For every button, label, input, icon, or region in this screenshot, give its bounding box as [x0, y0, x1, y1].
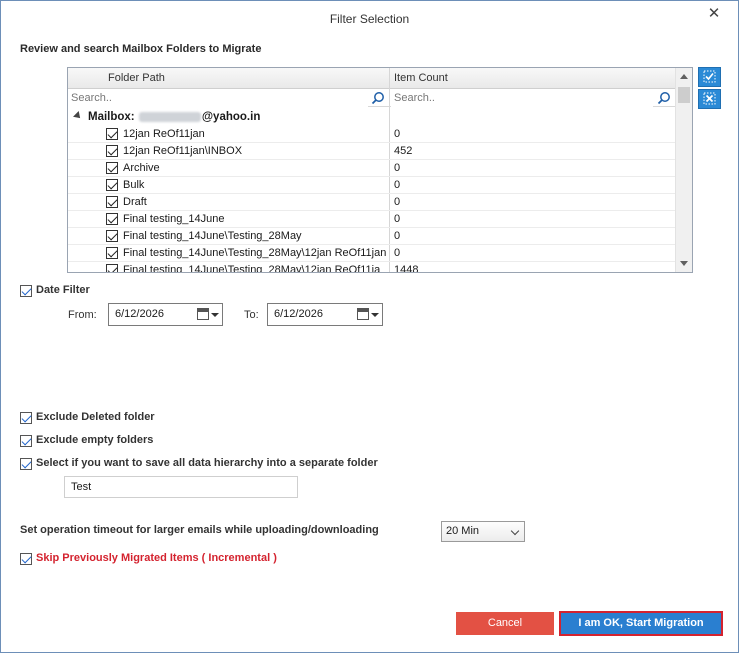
- folder-checkbox[interactable]: [106, 264, 118, 272]
- chevron-down-icon[interactable]: [371, 313, 379, 317]
- date-filter-label: Date Filter: [36, 284, 90, 296]
- folder-row[interactable]: Final testing_14June\Testing_28May 0: [68, 228, 676, 245]
- folder-path: Final testing_14June\Testing_28May\12jan…: [123, 247, 387, 259]
- timeout-value: 20 Min: [446, 525, 480, 537]
- column-item-count[interactable]: Item Count: [394, 68, 448, 89]
- folder-row[interactable]: Final testing_14June\Testing_28May\12jan…: [68, 262, 676, 273]
- section-title: Review and search Mailbox Folders to Mig…: [20, 43, 262, 55]
- item-count: 0: [394, 247, 401, 259]
- scroll-thumb[interactable]: [678, 87, 690, 103]
- hierarchy-folder-input[interactable]: Test: [64, 476, 298, 498]
- item-count: 0: [394, 128, 401, 140]
- incremental-label: Skip Previously Migrated Items ( Increme…: [36, 552, 277, 564]
- start-migration-button[interactable]: I am OK, Start Migration: [559, 611, 723, 636]
- grid-scrollbar[interactable]: [675, 68, 692, 272]
- item-count: 0: [394, 162, 401, 174]
- clear-all-icon: [703, 92, 716, 105]
- from-date-value: 6/12/2026: [115, 308, 164, 320]
- folder-checkbox[interactable]: [106, 247, 118, 259]
- count-search-input[interactable]: [391, 89, 653, 107]
- folder-row[interactable]: Final testing_14June\Testing_28May\12jan…: [68, 245, 676, 262]
- folder-path: 12jan ReOf11jan\INBOX: [123, 145, 243, 157]
- chevron-down-icon[interactable]: [211, 313, 219, 317]
- folder-path: Final testing_14June\Testing_28May: [123, 230, 302, 242]
- item-count: 0: [394, 196, 401, 208]
- folder-search-input[interactable]: [68, 89, 368, 107]
- folder-path: Draft: [123, 196, 147, 208]
- save-hierarchy-label: Select if you want to save all data hier…: [36, 457, 378, 469]
- calendar-icon[interactable]: [357, 308, 369, 320]
- clear-all-button[interactable]: [698, 89, 721, 109]
- exclude-empty-checkbox[interactable]: [20, 435, 32, 447]
- collapse-caret-icon[interactable]: [73, 111, 83, 121]
- item-count: 0: [394, 213, 401, 225]
- folder-row[interactable]: 12jan ReOf11jan 0: [68, 126, 676, 143]
- scroll-up-icon[interactable]: [680, 74, 688, 79]
- folder-row[interactable]: 12jan ReOf11jan\INBOX 452: [68, 143, 676, 160]
- dialog-title: Filter Selection: [329, 12, 410, 26]
- folder-grid: Folder Path Item Count Mailbox: @yahoo.i…: [67, 67, 693, 273]
- check-all-icon: [703, 70, 716, 83]
- redacted-email: [138, 111, 201, 122]
- to-date-picker[interactable]: 6/12/2026: [267, 303, 383, 326]
- mailbox-domain: @yahoo.in: [201, 111, 261, 123]
- exclude-deleted-checkbox[interactable]: [20, 412, 32, 424]
- folder-checkbox[interactable]: [106, 179, 118, 191]
- folder-checkbox[interactable]: [106, 213, 118, 225]
- item-count: 0: [394, 179, 401, 191]
- scroll-down-icon[interactable]: [680, 261, 688, 266]
- folder-row[interactable]: Final testing_14June 0: [68, 211, 676, 228]
- filter-selection-dialog: Filter Selection ✕ Review and search Mai…: [0, 0, 739, 653]
- timeout-select[interactable]: 20 Min: [441, 521, 525, 542]
- calendar-icon[interactable]: [197, 308, 209, 320]
- from-date-picker[interactable]: 6/12/2026: [108, 303, 223, 326]
- mailbox-prefix: Mailbox:: [88, 111, 135, 123]
- mailbox-node[interactable]: Mailbox: @yahoo.in: [68, 108, 676, 126]
- chevron-down-icon: [510, 526, 520, 536]
- timeout-label: Set operation timeout for larger emails …: [20, 524, 379, 536]
- mailbox-label: Mailbox: @yahoo.in: [88, 108, 260, 126]
- search-icon[interactable]: [657, 91, 671, 105]
- folder-path: Archive: [123, 162, 160, 174]
- select-all-button[interactable]: [698, 67, 721, 87]
- item-count: 452: [394, 145, 413, 157]
- folder-path: Final testing_14June\Testing_28May\12jan…: [123, 264, 381, 273]
- folder-checkbox[interactable]: [106, 162, 118, 174]
- search-icon[interactable]: [371, 91, 385, 105]
- folder-path: 12jan ReOf11jan: [123, 128, 205, 140]
- folder-checkbox[interactable]: [106, 145, 118, 157]
- incremental-checkbox[interactable]: [20, 553, 32, 565]
- folder-checkbox[interactable]: [106, 128, 118, 140]
- exclude-empty-label: Exclude empty folders: [36, 434, 154, 446]
- grid-header: Folder Path Item Count: [68, 68, 676, 89]
- date-filter-checkbox[interactable]: [20, 285, 32, 297]
- item-count: 1448: [394, 264, 419, 273]
- close-icon[interactable]: ✕: [706, 6, 722, 23]
- to-label: To:: [244, 309, 259, 321]
- to-date-value: 6/12/2026: [274, 308, 323, 320]
- exclude-deleted-label: Exclude Deleted folder: [36, 411, 155, 423]
- folder-checkbox[interactable]: [106, 196, 118, 208]
- column-folder-path[interactable]: Folder Path: [108, 68, 165, 89]
- folder-checkbox[interactable]: [106, 230, 118, 242]
- item-count: 0: [394, 230, 401, 242]
- from-label: From:: [68, 309, 97, 321]
- folder-path: Bulk: [123, 179, 145, 191]
- folder-row[interactable]: Bulk 0: [68, 177, 676, 194]
- folder-row[interactable]: Archive 0: [68, 160, 676, 177]
- save-hierarchy-checkbox[interactable]: [20, 458, 32, 470]
- search-row: [68, 89, 676, 107]
- folder-path: Final testing_14June: [123, 213, 225, 225]
- cancel-button[interactable]: Cancel: [456, 612, 554, 635]
- folder-row[interactable]: Draft 0: [68, 194, 676, 211]
